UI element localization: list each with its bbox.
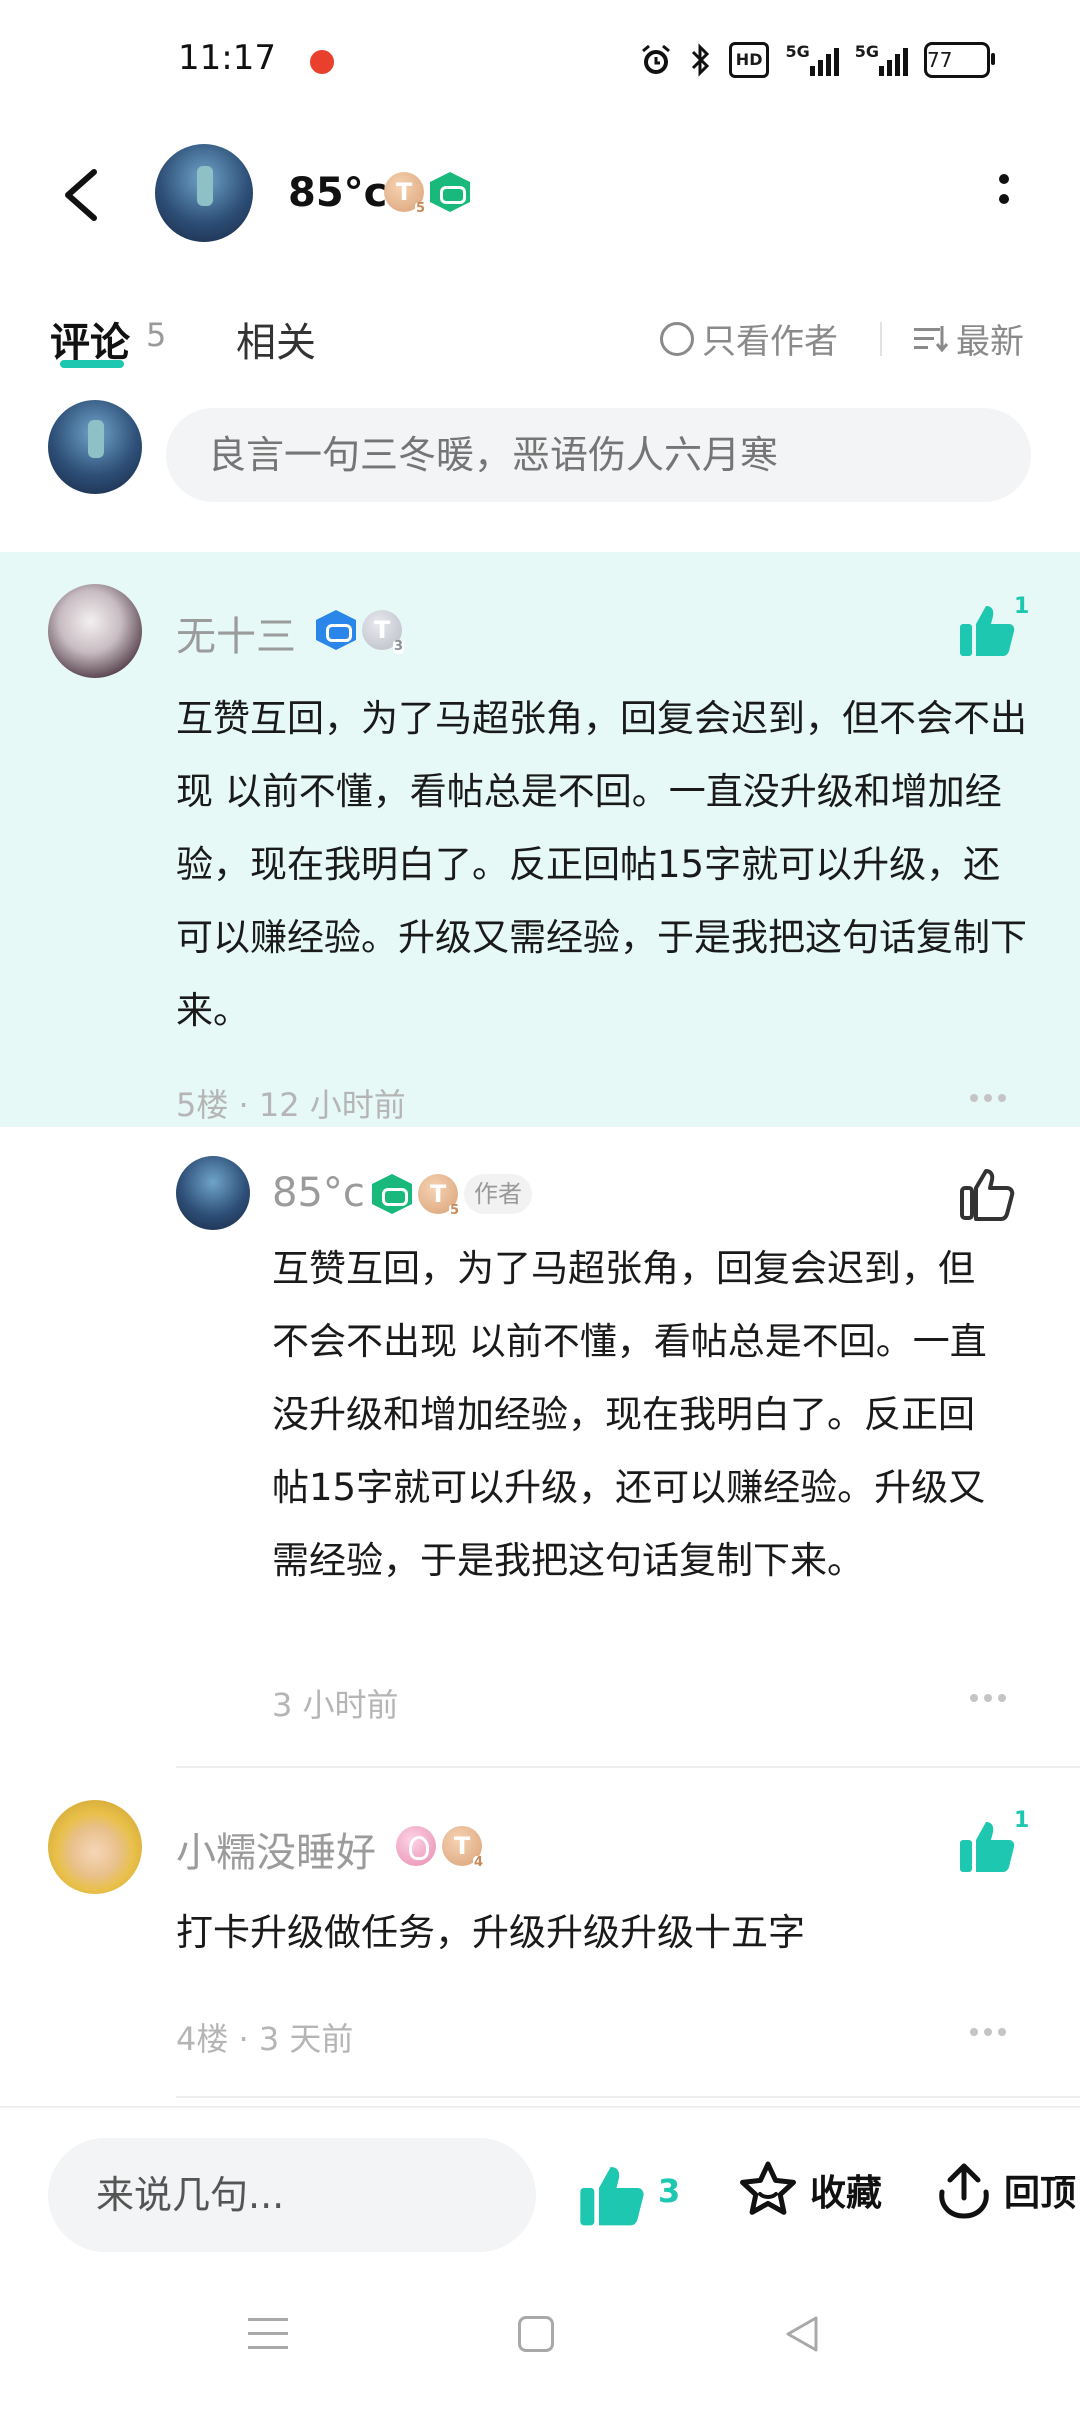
more-horizontal-icon[interactable] <box>970 1094 1010 1104</box>
avatar[interactable] <box>48 584 142 678</box>
more-horizontal-icon[interactable] <box>970 2028 1010 2038</box>
more-vertical-icon[interactable] <box>994 174 1014 214</box>
author-avatar[interactable] <box>155 144 253 242</box>
favorite-button[interactable]: 收藏 <box>736 2158 882 2222</box>
bluetooth-icon <box>689 42 713 78</box>
game-badge-icon <box>430 172 470 212</box>
divider <box>176 1766 1080 1768</box>
author-tag: 作者 <box>464 1174 532 1214</box>
game-badge-icon <box>372 1174 412 1214</box>
radio-circle-icon <box>660 321 694 356</box>
signal-5g-secondary-icon: 5G <box>855 42 908 78</box>
hd-voice-icon: HD <box>728 42 770 78</box>
favorite-label: 收藏 <box>810 2173 883 2214</box>
author-badges: T5 <box>384 172 470 216</box>
divider <box>176 2096 1080 2098</box>
sort-label: 最新 <box>956 322 1024 362</box>
post-like-count: 3 <box>658 2172 681 2210</box>
thumbs-up-outline-icon[interactable] <box>958 1164 1018 1224</box>
comments-count: 5 <box>146 316 167 354</box>
thumbs-up-icon[interactable] <box>958 1816 1018 1876</box>
my-avatar <box>48 400 142 494</box>
recent-apps-icon[interactable] <box>248 2318 288 2358</box>
comment-user-name[interactable]: 小糯没睡好 <box>176 1820 376 1878</box>
level-badge-icon: T4 <box>442 1826 484 1870</box>
tab-active-indicator <box>60 360 124 368</box>
app-notification-icon <box>310 50 334 74</box>
more-horizontal-icon[interactable] <box>970 1694 1010 1704</box>
sort-button[interactable]: 最新 <box>914 314 1024 363</box>
reply-input[interactable]: 来说几句... <box>48 2138 536 2252</box>
signal-5g-icon: 5G <box>785 42 839 78</box>
reply-user-name[interactable]: 85°c <box>272 1170 365 1216</box>
tab-related[interactable]: 相关 <box>236 310 316 368</box>
sort-icon <box>914 324 948 354</box>
comment-input[interactable] <box>166 408 1031 502</box>
user-badges: T4 <box>396 1826 484 1870</box>
comment-tabs: 评论 5 相关 只看作者 最新 <box>0 300 1080 380</box>
reply-meta: 3 小时前 <box>272 1686 399 1724</box>
avatar[interactable] <box>176 1156 250 1230</box>
user-badges: T3 <box>316 610 404 654</box>
only-author-label: 只看作者 <box>702 322 838 362</box>
comment-text: 互赞互回，为了马超张角，回复会迟到，但不会不出现 以前不懂，看帖总是不回。一直没… <box>176 697 1027 1032</box>
comment-user-name[interactable]: 无十三 <box>176 604 296 662</box>
alarm-icon <box>639 42 673 78</box>
status-icons: HD 5G 5G 77 <box>639 40 995 80</box>
reply-text: 互赞互回，为了马超张角，回复会迟到，但不会不出现 以前不懂，看帖总是不回。一直没… <box>272 1247 987 1582</box>
back-to-top-button[interactable]: 回顶 <box>934 2158 1076 2222</box>
like-count: 1 <box>1014 594 1030 619</box>
compose-row <box>0 400 1080 510</box>
author-name[interactable]: 85°c <box>288 170 387 216</box>
comment-meta: 5楼 · 12 小时前 <box>176 1086 406 1124</box>
divider <box>880 322 882 356</box>
home-square-icon[interactable] <box>518 2316 554 2352</box>
status-bar: 11:17 HD 5G 5G 77 <box>0 0 1080 120</box>
level-badge-icon: T5 <box>384 172 426 216</box>
comment-meta: 4楼 · 3 天前 <box>176 2020 354 2058</box>
battery-icon: 77 <box>924 42 995 78</box>
thumbs-up-icon[interactable] <box>578 2160 648 2230</box>
like-count: 1 <box>1014 1808 1030 1833</box>
level-badge-icon: T3 <box>362 610 404 654</box>
upload-arrow-icon <box>939 2163 989 2219</box>
status-time: 11:17 <box>178 38 276 78</box>
back-arrow-icon[interactable] <box>54 160 114 230</box>
user-badges: T5 作者 <box>372 1174 532 1218</box>
thumbs-up-icon[interactable] <box>958 600 1018 660</box>
avatar[interactable] <box>48 1800 142 1894</box>
game-badge-icon <box>316 610 356 650</box>
comment-text: 打卡升级做任务，升级升级升级十五字 <box>176 1911 805 1954</box>
bottom-action-bar: 来说几句... 3 收藏 回顶 <box>0 2106 1080 2256</box>
star-icon <box>740 2161 796 2215</box>
back-to-top-label: 回顶 <box>1004 2173 1077 2214</box>
system-navigation-bar <box>0 2290 1080 2412</box>
top-app-bar: 85°c T5 <box>0 130 1080 260</box>
back-triangle-icon[interactable] <box>782 2312 822 2356</box>
only-author-toggle[interactable]: 只看作者 <box>660 314 838 363</box>
level-badge-icon: T5 <box>418 1174 460 1218</box>
medal-badge-icon <box>396 1826 436 1866</box>
